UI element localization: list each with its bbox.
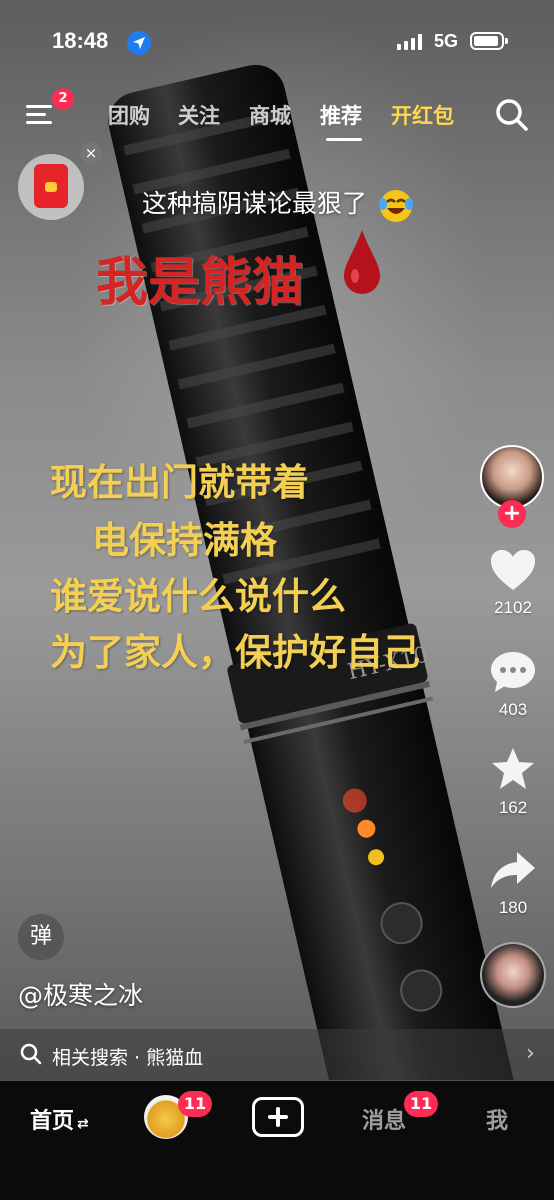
nav-home[interactable]: 首页 ⇄: [30, 1103, 89, 1135]
share-arrow-icon: [491, 852, 535, 888]
battery-icon: [470, 32, 508, 50]
share-count: 180: [498, 898, 528, 917]
friends-badge: 11: [178, 1091, 212, 1117]
menu-icon[interactable]: [26, 100, 54, 128]
nav-me[interactable]: 我: [486, 1103, 508, 1135]
top-nav: 2 团购 关注 商城 推荐 开红包: [0, 88, 554, 141]
caption-top-text: 这种搞阴谋论最狠了: [142, 189, 368, 218]
tab-recommend[interactable]: 推荐: [320, 100, 362, 130]
related-search-text: 相关搜索 · 熊猫血: [52, 1047, 204, 1069]
video-background[interactable]: HY-X10: [0, 0, 554, 1080]
overlay-line: 电保持满格: [92, 518, 277, 562]
messages-badge: 11: [404, 1091, 438, 1117]
video-caption-top: 这种搞阴谋论最狠了: [142, 184, 415, 224]
tab-mall[interactable]: 商城: [249, 100, 291, 130]
red-envelope-icon: [34, 164, 68, 208]
signal-bars-icon: [397, 34, 422, 50]
follow-button[interactable]: +: [498, 500, 526, 528]
nav-home-label: 首页: [30, 1109, 75, 1134]
comment-button[interactable]: 403: [480, 650, 546, 720]
tab-following[interactable]: 关注: [178, 100, 220, 130]
favorite-count: 162: [498, 798, 528, 817]
heart-icon: [491, 550, 535, 590]
bottom-nav: 首页 ⇄ 11 消息 11 我: [0, 1081, 554, 1200]
baton-image: HY-X10: [108, 64, 520, 1080]
laughing-crying-emoji-icon: [378, 190, 413, 222]
star-icon: [492, 748, 534, 789]
video-title: 我是熊猫: [96, 252, 305, 313]
red-packet-widget[interactable]: [18, 154, 84, 220]
active-tab-indicator: [326, 138, 362, 141]
tab-red-packet[interactable]: 开红包: [391, 100, 454, 130]
network-type: 5G: [434, 31, 459, 51]
author-name[interactable]: @极寒之冰: [18, 976, 143, 1012]
music-disc[interactable]: [480, 942, 546, 1008]
create-button[interactable]: [252, 1097, 304, 1137]
status-time: 18:48: [52, 28, 109, 53]
red-packet-close-button[interactable]: ×: [80, 142, 102, 164]
like-count: 2102: [494, 598, 532, 617]
nav-messages[interactable]: 消息: [362, 1103, 406, 1135]
location-arrow-icon: [127, 31, 151, 55]
related-search-bar[interactable]: 相关搜索 · 熊猫血 ›: [0, 1029, 554, 1081]
comment-count: 403: [498, 700, 528, 719]
search-icon: [20, 1043, 42, 1065]
overlay-line: 现在出门就带着: [50, 460, 309, 504]
status-bar: 18:48 5G: [0, 0, 554, 84]
danmu-toggle-button[interactable]: 弹: [18, 914, 64, 960]
comment-icon: [491, 652, 535, 692]
chevron-right-icon: ›: [526, 1041, 535, 1066]
refresh-icon: ⇄: [77, 1116, 89, 1132]
blood-drop-icon: [344, 230, 380, 294]
menu-badge: 2: [52, 88, 74, 110]
tab-group-buy[interactable]: 团购: [108, 100, 150, 130]
favorite-button[interactable]: 162: [480, 746, 546, 818]
search-icon[interactable]: [495, 98, 529, 132]
like-button[interactable]: 2102: [480, 548, 546, 618]
overlay-line: 谁爱说什么说什么: [50, 574, 346, 618]
overlay-line: 为了家人，保护好自己: [50, 630, 420, 674]
share-button[interactable]: 180: [480, 848, 546, 918]
